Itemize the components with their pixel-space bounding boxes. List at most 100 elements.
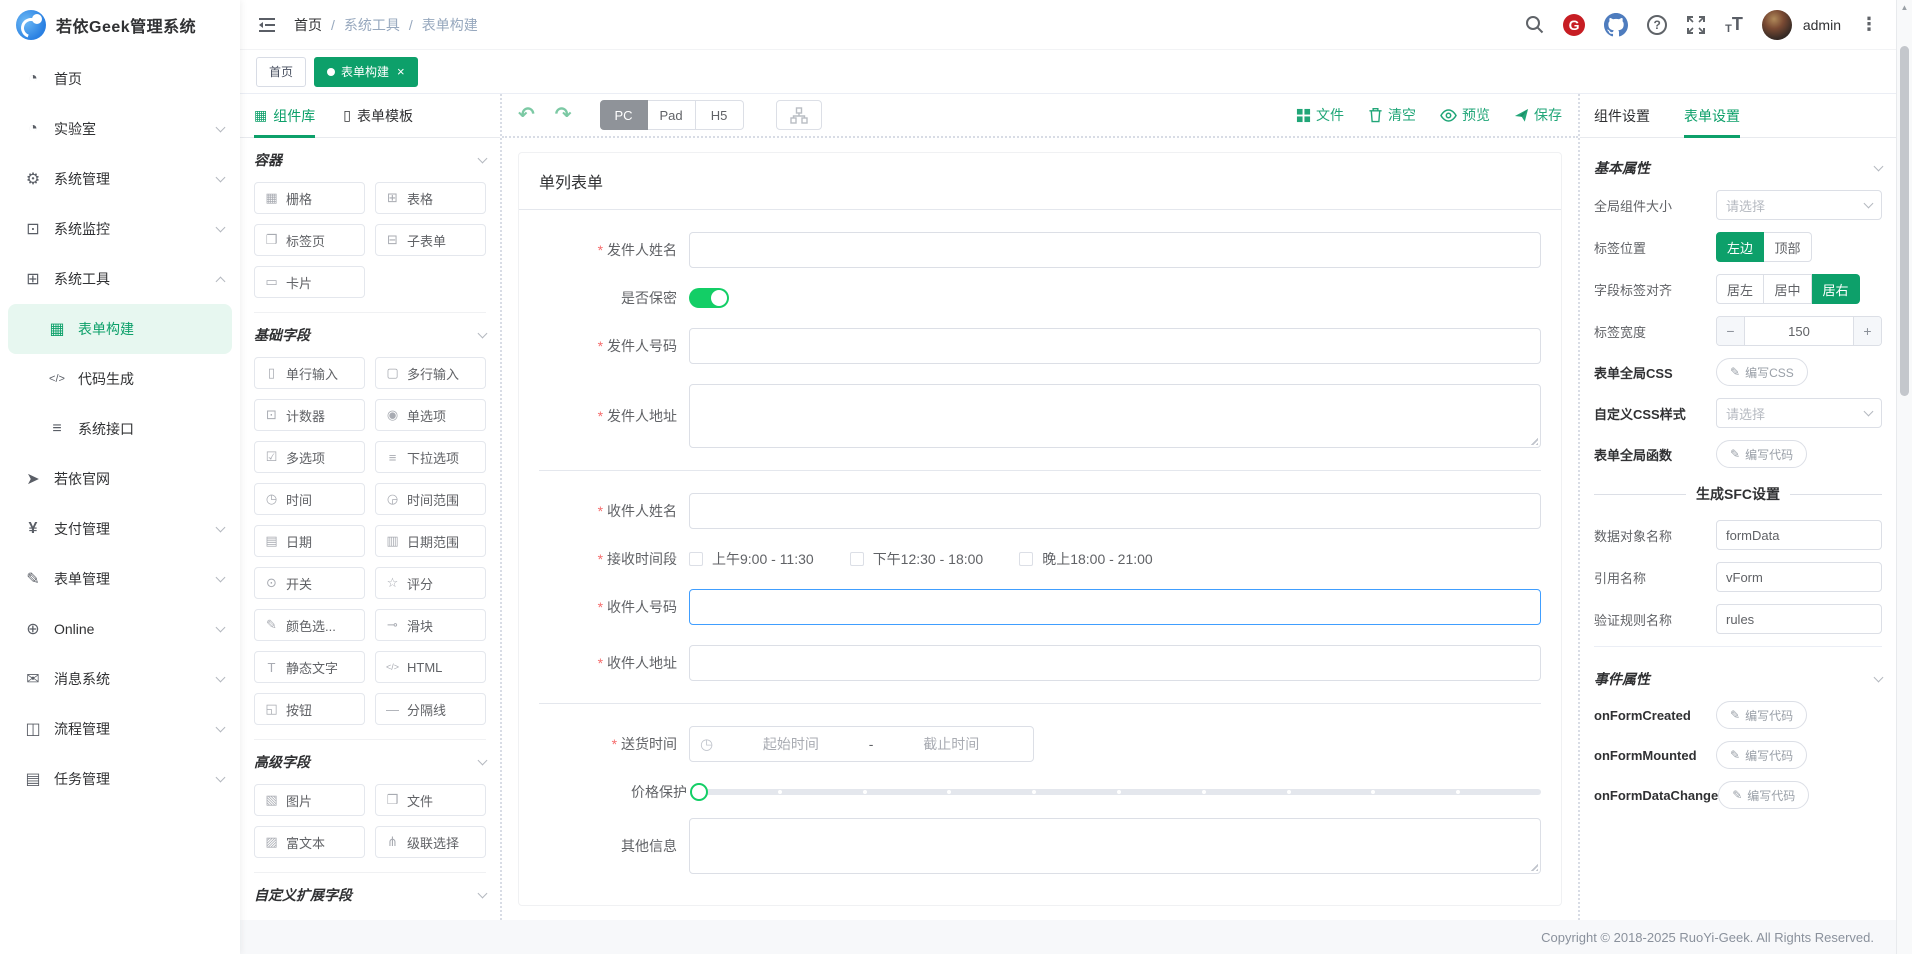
rules-name-input[interactable] [1716, 604, 1882, 634]
field-secret[interactable]: 是否保密 [539, 288, 1541, 308]
delivery-time-range-picker[interactable]: ◷ 起始时间 - 截止时间 [689, 726, 1034, 762]
label-position-left-button[interactable]: 左边 [1716, 232, 1764, 262]
label-width-value[interactable]: 150 [1745, 317, 1853, 345]
breadcrumb-form-builder[interactable]: 表单构建 [422, 15, 478, 35]
section-header-basic-props[interactable]: 基本属性 [1594, 146, 1882, 190]
component-item-static-text[interactable]: T静态文字 [254, 651, 365, 683]
clear-button[interactable]: 清空 [1368, 105, 1416, 125]
sidebar-item-system-management[interactable]: ⚙ 系统管理 [0, 154, 240, 204]
receiver-address-input[interactable] [689, 645, 1541, 681]
checkbox-afternoon[interactable]: 下午12:30 - 18:00 [850, 549, 984, 569]
component-item-divider[interactable]: —分隔线 [375, 693, 486, 725]
checkbox-icon[interactable] [1019, 552, 1033, 566]
breadcrumb-system-tools[interactable]: 系统工具 [344, 15, 400, 35]
sidebar-item-ruoyi-website[interactable]: ➤ 若依官网 [0, 454, 240, 504]
redo-icon[interactable]: ↷ [555, 105, 572, 125]
component-item-time[interactable]: ◷时间 [254, 483, 365, 515]
tag-form-builder[interactable]: 表单构建 × [314, 57, 418, 87]
app-logo[interactable]: 若依Geek管理系统 [0, 0, 240, 50]
file-button[interactable]: 文件 [1296, 105, 1344, 125]
write-code-button[interactable]: ✎ 编写代码 [1716, 440, 1807, 468]
scrollbar-thumb[interactable] [1900, 46, 1909, 396]
section-header-basic-fields[interactable]: 基础字段 [254, 313, 486, 357]
tab-component-settings[interactable]: 组件设置 [1594, 94, 1650, 137]
component-item-button[interactable]: ◱按钮 [254, 693, 365, 725]
close-icon[interactable]: × [397, 64, 405, 79]
label-position-top-button[interactable]: 顶部 [1764, 232, 1812, 262]
price-protection-slider[interactable] [693, 782, 1541, 802]
component-item-table[interactable]: ⊞表格 [375, 182, 486, 214]
write-code-button[interactable]: ✎ 编写代码 [1718, 781, 1809, 809]
fullscreen-icon[interactable] [1686, 15, 1706, 35]
sidebar-item-system-monitor[interactable]: ⊡ 系统监控 [0, 204, 240, 254]
data-object-name-input[interactable] [1716, 520, 1882, 550]
sidebar-item-system-tools[interactable]: ⊞ 系统工具 [0, 254, 240, 304]
sidebar-subitem-code-generation[interactable]: </> 代码生成 [0, 354, 240, 404]
field-sender-phone[interactable]: 发件人号码 [539, 328, 1541, 364]
label-align-left-button[interactable]: 居左 [1716, 274, 1764, 304]
font-size-icon[interactable]: TT [1725, 14, 1743, 35]
component-item-card[interactable]: ▭卡片 [254, 266, 365, 298]
component-item-select[interactable]: ≡下拉选项 [375, 441, 486, 473]
tab-form-templates[interactable]: ▯ 表单模板 [343, 94, 413, 137]
sidebar-subitem-system-api[interactable]: ≡ 系统接口 [0, 404, 240, 454]
write-css-button[interactable]: ✎ 编写CSS [1716, 358, 1808, 386]
sidebar-item-form-management[interactable]: ✎ 表单管理 [0, 554, 240, 604]
field-receive-period[interactable]: 接收时间段 上午9:00 - 11:30 下午12:30 - 18:00 晚上1… [539, 549, 1541, 569]
component-item-file[interactable]: ❒文件 [375, 784, 486, 816]
slider-handle[interactable] [690, 783, 708, 801]
node-tree-button[interactable] [776, 100, 822, 130]
component-item-rich-text[interactable]: ▨富文本 [254, 826, 365, 858]
component-item-counter[interactable]: ⊡计数器 [254, 399, 365, 431]
component-item-time-range[interactable]: ◶时间范围 [375, 483, 486, 515]
section-header-event-props[interactable]: 事件属性 [1594, 657, 1882, 701]
avatar[interactable] [1762, 10, 1792, 40]
global-size-select[interactable]: 请选择 [1716, 190, 1882, 220]
sender-phone-input[interactable] [689, 328, 1541, 364]
sidebar-item-lab[interactable]: ◔ 实验室 [0, 104, 240, 154]
field-receiver-address[interactable]: 收件人地址 [539, 645, 1541, 681]
browser-scrollbar[interactable]: ▲ [1896, 0, 1912, 954]
gitee-icon[interactable]: G [1563, 14, 1585, 36]
section-header-advanced-fields[interactable]: 高级字段 [254, 740, 486, 784]
sidebar-item-task-management[interactable]: ▤ 任务管理 [0, 754, 240, 804]
sidebar-item-message-system[interactable]: ✉ 消息系统 [0, 654, 240, 704]
sidebar-item-process-management[interactable]: ◫ 流程管理 [0, 704, 240, 754]
checkbox-evening[interactable]: 晚上18:00 - 21:00 [1019, 549, 1153, 569]
breadcrumb-home[interactable]: 首页 [294, 15, 322, 35]
component-item-multi-line-input[interactable]: ▢多行输入 [375, 357, 486, 389]
custom-css-select[interactable]: 请选择 [1716, 398, 1882, 428]
component-item-subform[interactable]: ⊟子表单 [375, 224, 486, 256]
sidebar-fold-icon[interactable] [258, 17, 276, 33]
section-header-custom-fields[interactable]: 自定义扩展字段 [254, 873, 486, 917]
device-pad-button[interactable]: Pad [648, 100, 696, 130]
username[interactable]: admin [1803, 17, 1841, 33]
component-item-slider[interactable]: ⊸滑块 [375, 609, 486, 641]
checkbox-icon[interactable] [689, 552, 703, 566]
component-item-checkbox[interactable]: ☑多选项 [254, 441, 365, 473]
sender-address-textarea[interactable] [689, 384, 1541, 448]
field-sender-address[interactable]: 发件人地址 [539, 384, 1541, 448]
label-align-right-button[interactable]: 居右 [1812, 274, 1860, 304]
field-delivery-time[interactable]: 送货时间 ◷ 起始时间 - 截止时间 [539, 726, 1541, 762]
github-icon[interactable] [1604, 13, 1628, 37]
ref-name-input[interactable] [1716, 562, 1882, 592]
device-h5-button[interactable]: H5 [696, 100, 744, 130]
label-align-center-button[interactable]: 居中 [1764, 274, 1812, 304]
save-button[interactable]: 保存 [1514, 105, 1562, 125]
secret-toggle[interactable] [689, 288, 729, 308]
tag-home[interactable]: 首页 [256, 57, 306, 87]
component-item-color-picker[interactable]: ✎颜色选... [254, 609, 365, 641]
search-icon[interactable] [1525, 15, 1544, 34]
component-item-grid[interactable]: ▦栅格 [254, 182, 365, 214]
field-receiver-phone[interactable]: 收件人号码 [539, 589, 1541, 625]
device-pc-button[interactable]: PC [600, 100, 648, 130]
write-code-button[interactable]: ✎ 编写代码 [1716, 701, 1807, 729]
kebab-menu-icon[interactable]: ⋮ [1860, 14, 1878, 35]
tab-form-settings[interactable]: 表单设置 [1684, 94, 1740, 137]
write-code-button[interactable]: ✎ 编写代码 [1716, 741, 1807, 769]
help-icon[interactable]: ? [1647, 15, 1667, 35]
section-header-containers[interactable]: 容器 [254, 138, 486, 182]
slider-track[interactable] [693, 789, 1541, 795]
undo-icon[interactable]: ↶ [518, 105, 535, 125]
